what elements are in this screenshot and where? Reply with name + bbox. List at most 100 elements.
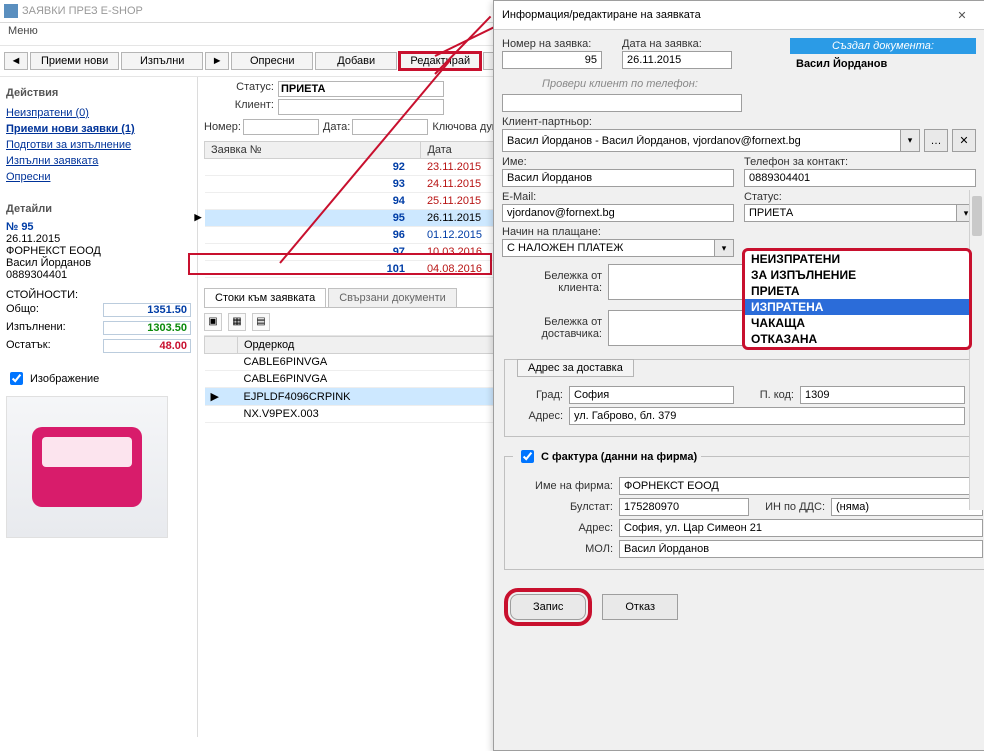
status-option[interactable]: ЗА ИЗПЪЛНЕНИЕ: [745, 267, 969, 283]
dialog-title: Информация/редактиране на заявката: [502, 9, 701, 21]
details-no: № 95: [6, 221, 191, 233]
firm-label: Име на фирма:: [513, 480, 613, 492]
firm-input[interactable]: [619, 477, 983, 495]
created-by-badge: Създал документа:: [790, 38, 976, 54]
details-person: Васил Йорданов: [6, 257, 191, 269]
partner-clear-button[interactable]: ✕: [952, 129, 976, 152]
date-input[interactable]: [622, 51, 732, 69]
dialog-close-button[interactable]: ✕: [948, 5, 976, 25]
action-link[interactable]: Опресни: [6, 171, 191, 183]
date-filter-label: Дата:: [323, 121, 350, 133]
bulstat-label: Булстат:: [513, 501, 613, 513]
delivery-address-button[interactable]: Адрес за доставка: [517, 359, 634, 377]
invoice-group: С фактура (данни на фирма) Име на фирма:…: [504, 447, 984, 570]
dlnote-label: Бележка от доставчика:: [502, 316, 602, 340]
clnote-label: Бележка от клиента:: [502, 270, 602, 294]
done-value: 1303.50: [103, 321, 191, 335]
check-client-label: Провери клиент по телефон:: [542, 78, 976, 90]
tab-linked[interactable]: Свързани документи: [328, 288, 457, 307]
action-link[interactable]: Приеми нови заявки (1): [6, 123, 191, 135]
vat-label: ИН по ДДС:: [755, 501, 825, 513]
pay-label: Начин на плащане:: [502, 226, 734, 238]
check-client-input[interactable]: [502, 94, 742, 112]
no-filter-input[interactable]: [243, 119, 319, 135]
nav-next-button[interactable]: ►: [205, 52, 229, 70]
values-title: СТОЙНОСТИ:: [6, 289, 191, 301]
status-option[interactable]: ЧАКАЩА: [745, 315, 969, 331]
phone-label: Телефон за контакт:: [744, 156, 976, 168]
mol-input[interactable]: [619, 540, 983, 558]
partner-combo[interactable]: [502, 129, 901, 152]
faddr-label: Адрес:: [513, 522, 613, 534]
status-combo[interactable]: [744, 204, 957, 222]
save-button[interactable]: Запис: [510, 594, 586, 620]
delivery-address-group: Адрес за доставка Град: П. код: Адрес:: [504, 359, 974, 437]
status-option[interactable]: ОТКАЗАНА: [745, 331, 969, 347]
add-button[interactable]: Добави: [315, 52, 397, 70]
city-input[interactable]: [569, 386, 734, 404]
chevron-down-icon[interactable]: ▾: [715, 239, 734, 257]
app-icon: [4, 4, 18, 18]
cancel-button[interactable]: Отказ: [602, 594, 678, 620]
status-label: Статус:: [744, 191, 976, 203]
menu-item[interactable]: Меню: [8, 25, 38, 37]
total-value: 1351.50: [103, 303, 191, 317]
rest-value: 48.00: [103, 339, 191, 353]
status-dropdown[interactable]: НЕИЗПРАТЕНИ ЗА ИЗПЪЛНЕНИЕ ПРИЕТА ИЗПРАТЕ…: [742, 248, 972, 350]
execute-button[interactable]: Изпълни: [121, 52, 203, 70]
actions-title: Действия: [6, 87, 191, 99]
scrollbar[interactable]: [969, 190, 984, 510]
tool-icon[interactable]: ▦: [228, 313, 246, 331]
status-option[interactable]: ИЗПРАТЕНА: [745, 299, 969, 315]
image-checkbox[interactable]: [10, 372, 23, 385]
rest-label: Остатък:: [6, 339, 51, 353]
email-input[interactable]: [502, 204, 734, 222]
status-option[interactable]: ПРИЕТА: [745, 283, 969, 299]
tool-icon[interactable]: ▤: [252, 313, 270, 331]
bulstat-input[interactable]: [619, 498, 749, 516]
name-input[interactable]: [502, 169, 734, 187]
vat-input[interactable]: [831, 498, 983, 516]
product-image: [6, 396, 168, 538]
phone-input[interactable]: [744, 169, 976, 187]
partner-more-button[interactable]: …: [924, 129, 948, 152]
details-title: Детайли: [6, 203, 191, 215]
no-input[interactable]: [502, 51, 602, 69]
refresh-button[interactable]: Опресни: [231, 52, 313, 70]
zip-input[interactable]: [800, 386, 965, 404]
mol-label: МОЛ:: [513, 543, 613, 555]
chevron-down-icon[interactable]: ▾: [901, 129, 920, 152]
client-filter-input[interactable]: [278, 99, 444, 115]
name-label: Име:: [502, 156, 734, 168]
city-label: Град:: [513, 389, 563, 401]
zip-label: П. код:: [740, 389, 794, 401]
col-no[interactable]: Заявка №: [205, 142, 421, 159]
action-link[interactable]: Неизпратени (0): [6, 107, 191, 119]
addr-label: Адрес:: [513, 410, 563, 422]
done-label: Изпълнени:: [6, 321, 66, 335]
partner-label: Клиент-партньор:: [502, 116, 976, 128]
details-company: ФОРНЕКСТ ЕООД: [6, 245, 191, 257]
details-date: 26.11.2015: [6, 233, 191, 245]
nav-prev-button[interactable]: ◄: [4, 52, 28, 70]
total-label: Общо:: [6, 303, 39, 317]
client-filter-label: Клиент:: [204, 99, 274, 115]
status-filter-label: Статус:: [204, 81, 274, 97]
invoice-legend[interactable]: С фактура (данни на фирма): [513, 447, 701, 466]
faddr-input[interactable]: [619, 519, 983, 537]
details-phone: 0889304401: [6, 269, 191, 281]
tab-items[interactable]: Стоки към заявката: [204, 288, 326, 307]
action-link[interactable]: Изпълни заявката: [6, 155, 191, 167]
date-label: Дата на заявка:: [622, 38, 732, 50]
status-option[interactable]: НЕИЗПРАТЕНИ: [745, 251, 969, 267]
tool-icon[interactable]: ▣: [204, 313, 222, 331]
accept-new-button[interactable]: Приеми нови: [30, 52, 119, 70]
pay-combo[interactable]: [502, 239, 715, 257]
invoice-checkbox[interactable]: [521, 450, 534, 463]
created-by-value: Васил Йорданов: [790, 54, 976, 74]
action-link[interactable]: Подготви за изпълнение: [6, 139, 191, 151]
no-filter-label: Номер:: [204, 121, 241, 133]
addr-input[interactable]: [569, 407, 965, 425]
email-label: E-Mail:: [502, 191, 734, 203]
window-title: ЗАЯВКИ ПРЕЗ E-SHOP: [22, 5, 143, 17]
